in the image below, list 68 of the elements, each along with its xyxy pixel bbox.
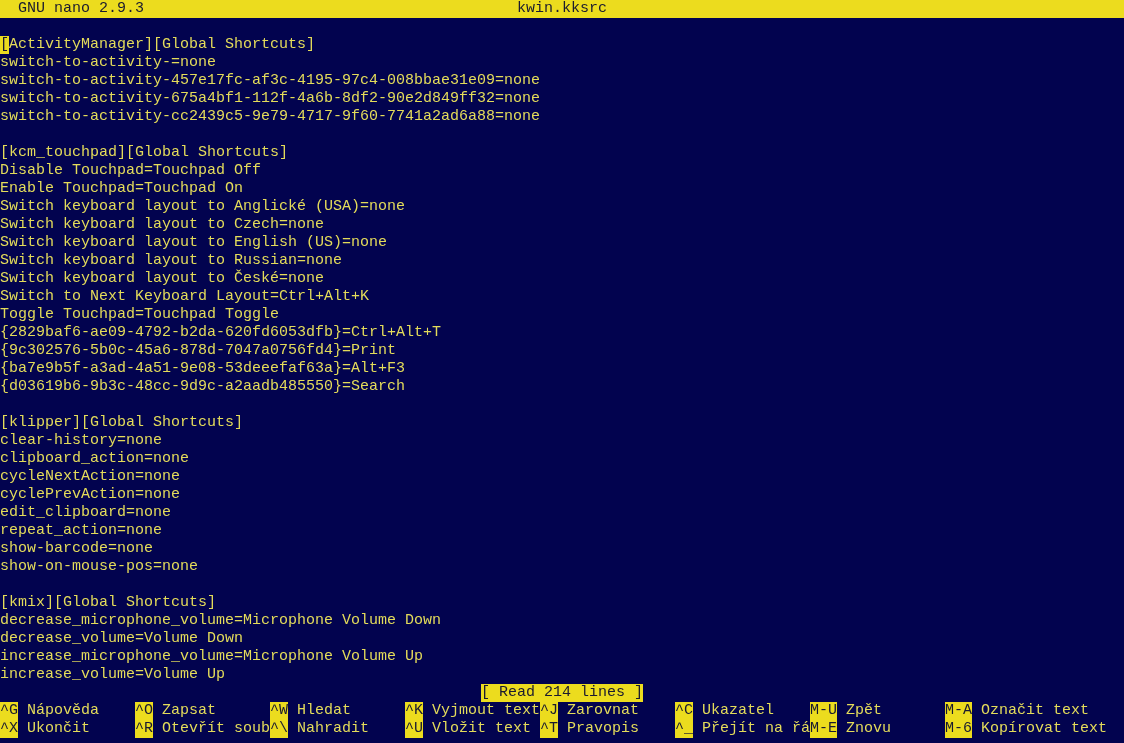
file-line: cycleNextAction=none — [0, 468, 181, 486]
file-line: Switch keyboard layout to Russian=none — [0, 252, 343, 269]
shortcut-label[interactable]: Označit text — [981, 702, 1090, 720]
shortcut-key[interactable]: ^\ — [270, 720, 288, 738]
shortcut-key[interactable]: ^K — [405, 702, 423, 720]
shortcut-label[interactable]: Zarovnat — [567, 702, 640, 720]
file-name: kwin.kksrc — [517, 0, 607, 18]
file-line: show-on-mouse-pos=none — [0, 558, 199, 576]
shortcut-key[interactable]: ^_ — [675, 720, 693, 738]
file-line: Toggle Touchpad=Touchpad Toggle — [0, 306, 280, 324]
file-line: increase_microphone_volume=Microphone Volume Up — [0, 648, 424, 666]
shortcut-label[interactable]: Znovu — [846, 720, 892, 738]
file-line: {ba7e9b5f-a3ad-4a51-9e08-53deeefaf63a}=Alt+F3 — [0, 360, 406, 378]
shortcut-label[interactable]: Zapsat — [162, 702, 217, 720]
file-line: clear-history=none — [0, 432, 163, 450]
file-line: switch-to-activity-=none — [0, 54, 217, 72]
shortcut-label[interactable]: Hledat — [297, 702, 352, 720]
shortcut-key[interactable]: ^G — [0, 702, 18, 720]
shortcut-key[interactable]: ^R — [135, 720, 153, 738]
file-line: [klipper][Global Shortcuts] — [0, 414, 244, 432]
shortcut-key[interactable]: M-6 — [945, 720, 972, 738]
shortcut-key[interactable]: ^W — [270, 702, 288, 720]
file-line: {d03619b6-9b3c-48cc-9d9c-a2aadb485550}=Search — [0, 378, 406, 396]
file-line: clipboard_action=none — [0, 450, 190, 468]
shortcut-label[interactable]: Přejít na řá — [702, 720, 811, 738]
shortcut-key[interactable]: ^U — [405, 720, 423, 738]
file-line: [kcm_touchpad][Global Shortcuts] — [0, 144, 289, 162]
shortcut-label[interactable]: Otevřít soub — [162, 720, 271, 738]
shortcut-label[interactable]: Zpět — [846, 702, 883, 720]
file-line: Disable Touchpad=Touchpad Off — [0, 162, 262, 180]
file-line: Switch keyboard layout to Anglické (USA)=none — [0, 198, 406, 216]
file-line: Switch to Next Keyboard Layout=Ctrl+Alt+K — [0, 288, 370, 306]
file-line: switch-to-activity-675a4bf1-112f-4a6b-8df2-90e2d849ff32=none — [0, 90, 541, 108]
shortcut-key[interactable]: ^T — [540, 720, 558, 738]
shortcut-key[interactable]: M-A — [945, 702, 972, 720]
file-line: Switch keyboard layout to České=none — [0, 270, 325, 288]
file-line: repeat_action=none — [0, 522, 163, 540]
file-line: switch-to-activity-cc2439c5-9e79-4717-9f60-7741a2ad6a88=none — [0, 108, 541, 126]
file-line: {2829baf6-ae09-4792-b2da-620fd6053dfb}=Ctrl+Alt+T — [0, 324, 442, 342]
shortcut-key[interactable]: ^C — [675, 702, 693, 720]
file-line: Switch keyboard layout to English (US)=none — [0, 234, 388, 252]
status-message: [ Read 214 lines ] — [481, 684, 643, 702]
file-line: Switch keyboard layout to Czech=none — [0, 216, 325, 234]
shortcut-key[interactable]: M-E — [810, 720, 837, 738]
file-line: [kmix][Global Shortcuts] — [0, 594, 217, 612]
shortcut-label[interactable]: Kopírovat text — [981, 720, 1108, 738]
file-line: ActivityManager][Global Shortcuts] — [9, 36, 316, 54]
shortcut-label[interactable]: Nahradit — [297, 720, 370, 738]
file-line: Enable Touchpad=Touchpad On — [0, 180, 244, 198]
shortcut-key[interactable]: ^X — [0, 720, 18, 738]
shortcut-label[interactable]: Vyjmout text — [432, 702, 541, 720]
app-version: GNU nano 2.9.3 — [18, 0, 145, 18]
shortcut-key[interactable]: ^O — [135, 702, 153, 720]
shortcut-label[interactable]: Nápověda — [27, 702, 100, 720]
shortcut-label[interactable]: Pravopis — [567, 720, 640, 738]
file-line: decrease_microphone_volume=Microphone Volume Down — [0, 612, 442, 630]
file-line: edit_clipboard=none — [0, 504, 172, 522]
shortcut-label[interactable]: Ukončit — [27, 720, 91, 738]
file-line: cyclePrevAction=none — [0, 486, 181, 504]
file-line: decrease_volume=Volume Down — [0, 630, 244, 648]
file-line: increase_volume=Volume Up — [0, 666, 226, 684]
shortcut-label[interactable]: Vložit text — [432, 720, 532, 738]
shortcut-key[interactable]: ^J — [540, 702, 558, 720]
shortcut-label[interactable]: Ukazatel — [702, 702, 775, 720]
file-line: show-barcode=none — [0, 540, 154, 558]
file-line: switch-to-activity-457e17fc-af3c-4195-97c4-008bbae31e09=none — [0, 72, 541, 90]
file-line: {9c302576-5b0c-45a6-878d-7047a0756fd4}=Print — [0, 342, 397, 360]
shortcut-key[interactable]: M-U — [810, 702, 837, 720]
